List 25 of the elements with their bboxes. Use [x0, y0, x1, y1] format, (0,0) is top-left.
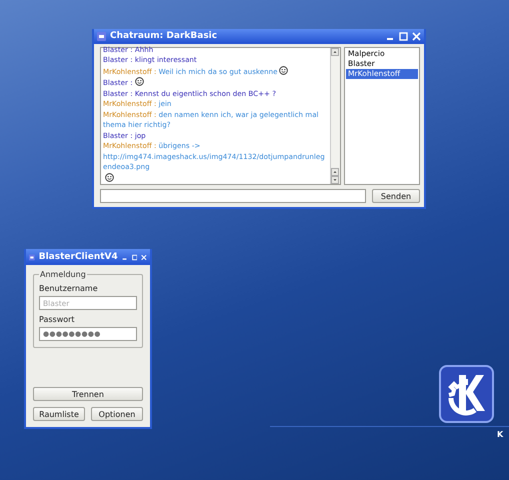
scroll-up-icon[interactable] — [331, 48, 339, 56]
smiley-icon — [105, 172, 114, 182]
app-icon — [29, 252, 35, 262]
options-button[interactable]: Optionen — [91, 407, 143, 421]
app-icon — [97, 32, 106, 41]
scroll-up-icon[interactable] — [331, 168, 339, 176]
send-button[interactable]: Senden — [372, 189, 420, 203]
close-icon[interactable] — [412, 32, 421, 41]
close-icon[interactable] — [141, 252, 147, 262]
scrollbar[interactable] — [330, 48, 340, 184]
maximize-icon[interactable] — [132, 252, 138, 262]
logo-caption: K — [497, 430, 504, 439]
logo-icon — [439, 365, 494, 423]
password-label: Passwort — [39, 315, 76, 324]
group-title: Anmeldung — [39, 270, 87, 279]
disconnect-button[interactable]: Trennen — [33, 387, 143, 401]
smiley-icon — [279, 66, 288, 74]
scroll-down-icon[interactable] — [331, 176, 339, 184]
smiley-icon — [134, 77, 144, 86]
message-input[interactable] — [100, 189, 366, 203]
username-label: Benutzername — [39, 284, 99, 293]
window-title: BlasterClientV4 — [38, 252, 118, 262]
room-list-button[interactable]: Raumliste — [33, 407, 85, 421]
window-title: Chatraum: DarkBasic — [110, 31, 218, 42]
maximize-icon[interactable] — [399, 32, 408, 41]
